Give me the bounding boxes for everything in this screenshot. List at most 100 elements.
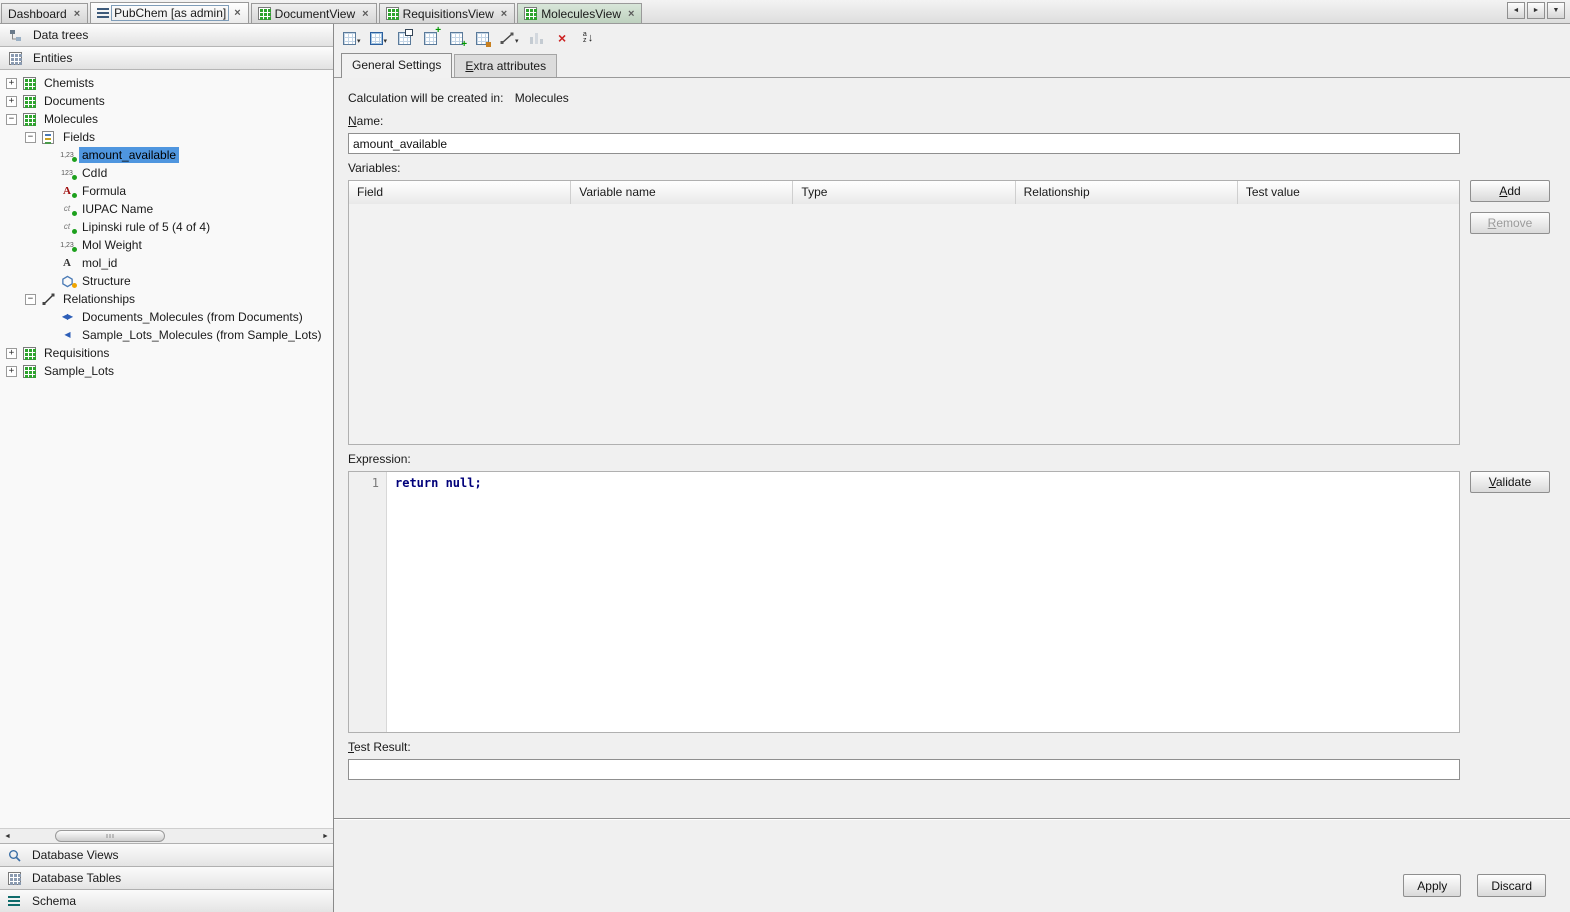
tab-close-icon[interactable]: × <box>74 8 80 20</box>
expand-toggle[interactable]: + <box>6 96 17 107</box>
section-label: Schema <box>32 894 76 908</box>
collapse-toggle[interactable]: − <box>25 132 36 143</box>
tab-moleculesview[interactable]: MoleculesView × <box>517 3 642 24</box>
expand-toggle[interactable]: + <box>6 348 17 359</box>
tree-item-documents-molecules-from-documents[interactable]: ◀▶ Documents_Molecules (from Documents) <box>0 308 333 326</box>
tree-item-sample-lots-molecules-from-sample-lots[interactable]: ◀Sample_Lots_Molecules (from Sample_Lots… <box>0 326 333 344</box>
apply-button[interactable]: Apply <box>1403 874 1461 897</box>
database-views-icon <box>6 848 22 862</box>
collapse-toggle[interactable]: − <box>25 294 36 305</box>
tab-close-icon[interactable]: × <box>234 7 240 19</box>
created-in-value: Molecules <box>515 91 569 105</box>
grid-view-icon <box>386 7 399 20</box>
expression-editor[interactable]: 1 return null; <box>348 471 1460 733</box>
new-grid-view-button[interactable]: ▾ <box>367 27 391 50</box>
relationships-icon <box>40 292 56 306</box>
window-body: Data trees Entities +Chemists+Documents−… <box>0 24 1570 912</box>
data-trees-icon <box>7 28 23 42</box>
tab-dashboard[interactable]: Dashboard× <box>1 3 88 24</box>
collapse-toggle[interactable]: − <box>6 114 17 125</box>
entities-icon <box>7 51 23 65</box>
tab-list-button[interactable]: ▼ <box>1547 2 1565 19</box>
tree-item-requisitions[interactable]: +Requisitions <box>0 344 333 362</box>
tab-close-icon[interactable]: × <box>628 8 634 20</box>
tree-item-documents[interactable]: + Documents <box>0 92 333 110</box>
text-field-icon: A <box>59 256 75 270</box>
dropdown-caret-icon: ▾ <box>515 37 519 45</box>
discard-button[interactable]: Discard <box>1477 874 1546 897</box>
section-data-trees[interactable]: Data trees <box>0 24 333 47</box>
new-entity-button[interactable] <box>393 27 416 50</box>
chart-button <box>525 27 548 50</box>
tab-close-icon[interactable]: × <box>501 8 507 20</box>
structure-field-icon <box>59 274 75 288</box>
expand-toggle[interactable]: + <box>6 78 17 89</box>
sidebar-horizontal-scrollbar[interactable]: ◄ ► <box>0 828 333 843</box>
chemical-terms-field-icon: ct <box>59 202 75 216</box>
section-database-tables[interactable]: Database Tables <box>0 866 333 889</box>
expand-toggle[interactable]: + <box>6 366 17 377</box>
relationship-both-directions-icon: ◀▶ <box>59 310 75 324</box>
sort-button[interactable]: az↓ <box>577 27 600 50</box>
window-tab-bar: Dashboard×PubChem [as admin]×DocumentVie… <box>0 0 1570 24</box>
tree-item-amount-available[interactable]: 1,23amount_available <box>0 146 333 164</box>
dropdown-caret-icon: ▾ <box>384 37 388 45</box>
tree-item-structure[interactable]: Structure <box>0 272 333 290</box>
tab-pubchem-as-admin[interactable]: PubChem [as admin]× <box>90 2 249 24</box>
tree-item-cdid[interactable]: 123CdId <box>0 164 333 182</box>
tree-item-label: Documents_Molecules (from Documents) <box>79 309 306 325</box>
new-field-button[interactable] <box>419 27 442 50</box>
expression-code[interactable]: return null; <box>387 472 1459 732</box>
tree-item-iupac-name[interactable]: ctIUPAC Name <box>0 200 333 218</box>
tree-item-lipinski-rule-of-5-4-of-4[interactable]: ctLipinski rule of 5 (4 of 4) <box>0 218 333 236</box>
section-entities[interactable]: Entities <box>0 47 333 70</box>
tree-item-chemists[interactable]: +Chemists <box>0 74 333 92</box>
tab-extra-attributes[interactable]: Extra attributes <box>454 54 557 77</box>
variables-table-body[interactable] <box>349 204 1459 444</box>
tab-label: MoleculesView <box>541 7 621 21</box>
tree-item-formula[interactable]: AFormula <box>0 182 333 200</box>
tree-item-mol-id[interactable]: Amol_id <box>0 254 333 272</box>
test-result-field[interactable] <box>348 759 1460 780</box>
table-icon <box>21 346 37 360</box>
table-grid-icon <box>343 32 356 45</box>
schema-toolbar: ▾ ▾ ▾ × az↓ <box>334 24 1570 52</box>
column-header-field[interactable]: Field <box>349 181 571 204</box>
delete-x-icon: × <box>558 31 566 45</box>
tree-item-label: Documents <box>41 93 108 109</box>
nav-forward-button[interactable]: ► <box>1527 2 1545 19</box>
section-database-views[interactable]: Database Views <box>0 843 333 866</box>
scroll-left-arrow-icon[interactable]: ◄ <box>0 829 15 843</box>
tree-item-fields[interactable]: −Fields <box>0 128 333 146</box>
add-button[interactable]: Add <box>1470 180 1550 202</box>
test-result-label: Test Result: <box>348 740 1550 754</box>
new-relationship-button[interactable]: ▾ <box>497 27 522 50</box>
add-calculated-field-icon <box>450 32 463 45</box>
tab-requisitionsview[interactable]: RequisitionsView× <box>379 3 516 24</box>
column-header-type[interactable]: Type <box>793 181 1015 204</box>
tree-item-label: Sample_Lots_Molecules (from Sample_Lots) <box>79 327 324 343</box>
new-calculated-field-button[interactable] <box>445 27 468 50</box>
tab-general-settings[interactable]: General Settings <box>341 53 452 78</box>
tree-item-relationships[interactable]: −Relationships <box>0 290 333 308</box>
scrollbar-thumb[interactable] <box>55 830 165 842</box>
section-schema[interactable]: Schema <box>0 889 333 912</box>
tree-item-sample-lots[interactable]: +Sample_Lots <box>0 362 333 380</box>
new-form-view-button[interactable]: ▾ <box>340 27 364 50</box>
edit-entity-button[interactable] <box>471 27 494 50</box>
validate-button[interactable]: Validate <box>1470 471 1550 493</box>
nav-back-button[interactable]: ◄ <box>1507 2 1525 19</box>
tab-close-icon[interactable]: × <box>362 8 368 20</box>
column-header-relationship[interactable]: Relationship <box>1016 181 1238 204</box>
tree-item-mol-weight[interactable]: 1,23Mol Weight <box>0 236 333 254</box>
created-in-label: Calculation will be created in: <box>348 91 503 105</box>
tab-nav-buttons: ◄►▼ <box>1501 2 1567 23</box>
tree-item-molecules[interactable]: −Molecules <box>0 110 333 128</box>
name-input[interactable] <box>348 133 1460 154</box>
tab-documentview[interactable]: DocumentView× <box>251 3 377 24</box>
column-header-variable-name[interactable]: Variable name <box>571 181 793 204</box>
delete-button[interactable]: × <box>551 27 574 50</box>
table-icon <box>21 112 37 126</box>
column-header-test-value[interactable]: Test value <box>1238 181 1459 204</box>
scroll-right-arrow-icon[interactable]: ► <box>318 829 333 843</box>
